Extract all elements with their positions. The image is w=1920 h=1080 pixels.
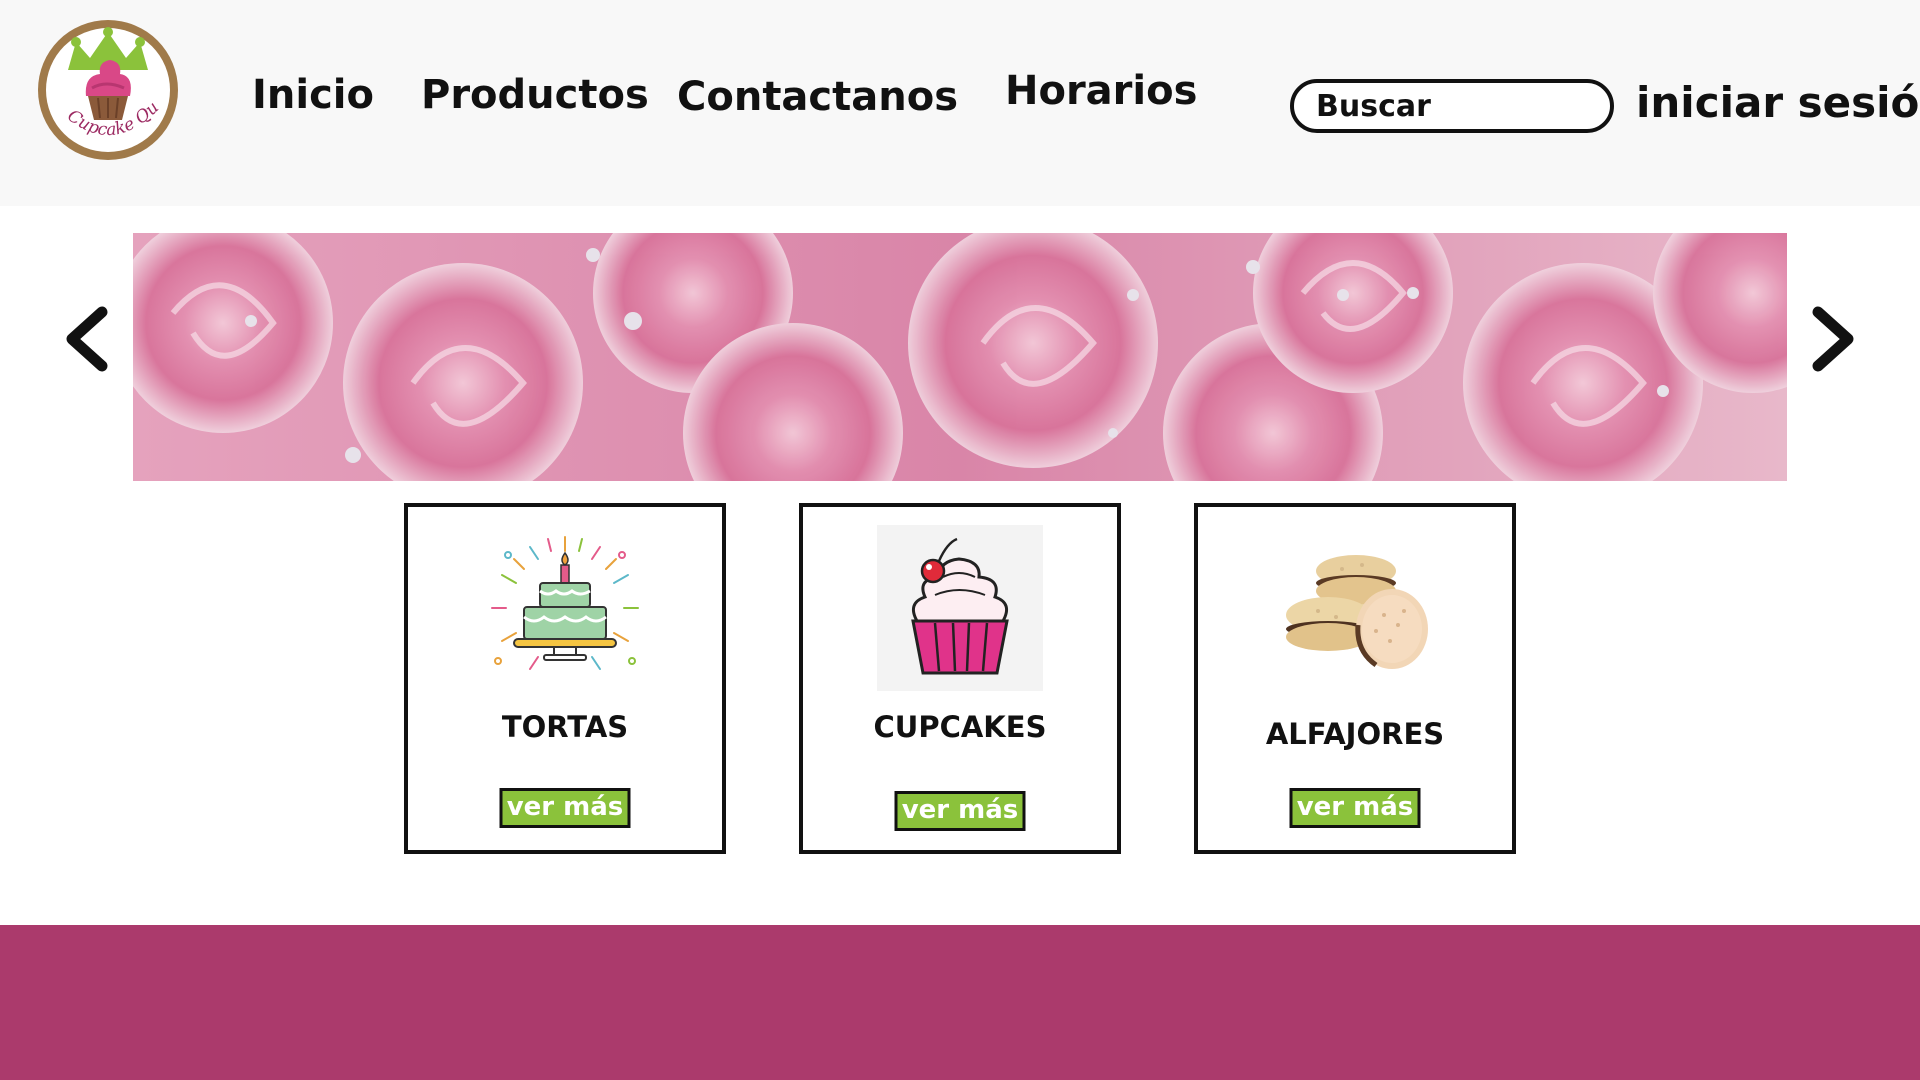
nav-inicio[interactable]: Inicio <box>252 72 374 118</box>
product-card-cupcakes: CUPCAKES ver más <box>799 503 1121 854</box>
ver-mas-button[interactable]: ver más <box>1289 788 1421 828</box>
product-title: ALFAJORES <box>1265 717 1445 751</box>
product-card-tortas: TORTAS ver más <box>404 503 726 854</box>
product-title: TORTAS <box>501 710 629 744</box>
nav-horarios[interactable]: Horarios <box>1005 68 1197 114</box>
cake-icon <box>482 525 648 691</box>
cupcake-icon <box>877 525 1043 691</box>
login-link[interactable]: iniciar sesión <box>1636 78 1920 127</box>
product-title: CUPCAKES <box>873 710 1047 744</box>
nav-contactanos[interactable]: Contactanos <box>677 74 958 120</box>
alfajores-icon <box>1272 525 1438 691</box>
logo[interactable]: Cupcake Queen <box>36 18 180 162</box>
nav-productos[interactable]: Productos <box>421 72 649 118</box>
search-input[interactable] <box>1290 79 1614 133</box>
carousel-prev-button[interactable] <box>60 306 112 372</box>
header: Cupcake Queen Inicio Productos Contactan… <box>0 0 1920 206</box>
ver-mas-button[interactable]: ver más <box>499 788 631 828</box>
chevron-right-icon <box>1812 306 1854 372</box>
ver-mas-button[interactable]: ver más <box>894 791 1026 831</box>
chevron-left-icon <box>66 306 108 372</box>
cupcake-queen-logo-icon: Cupcake Queen <box>36 18 178 160</box>
carousel-next-button[interactable] <box>1808 306 1860 372</box>
product-card-alfajores: ALFAJORES ver más <box>1194 503 1516 854</box>
footer <box>0 925 1920 1080</box>
carousel-banner-image <box>133 233 1787 481</box>
